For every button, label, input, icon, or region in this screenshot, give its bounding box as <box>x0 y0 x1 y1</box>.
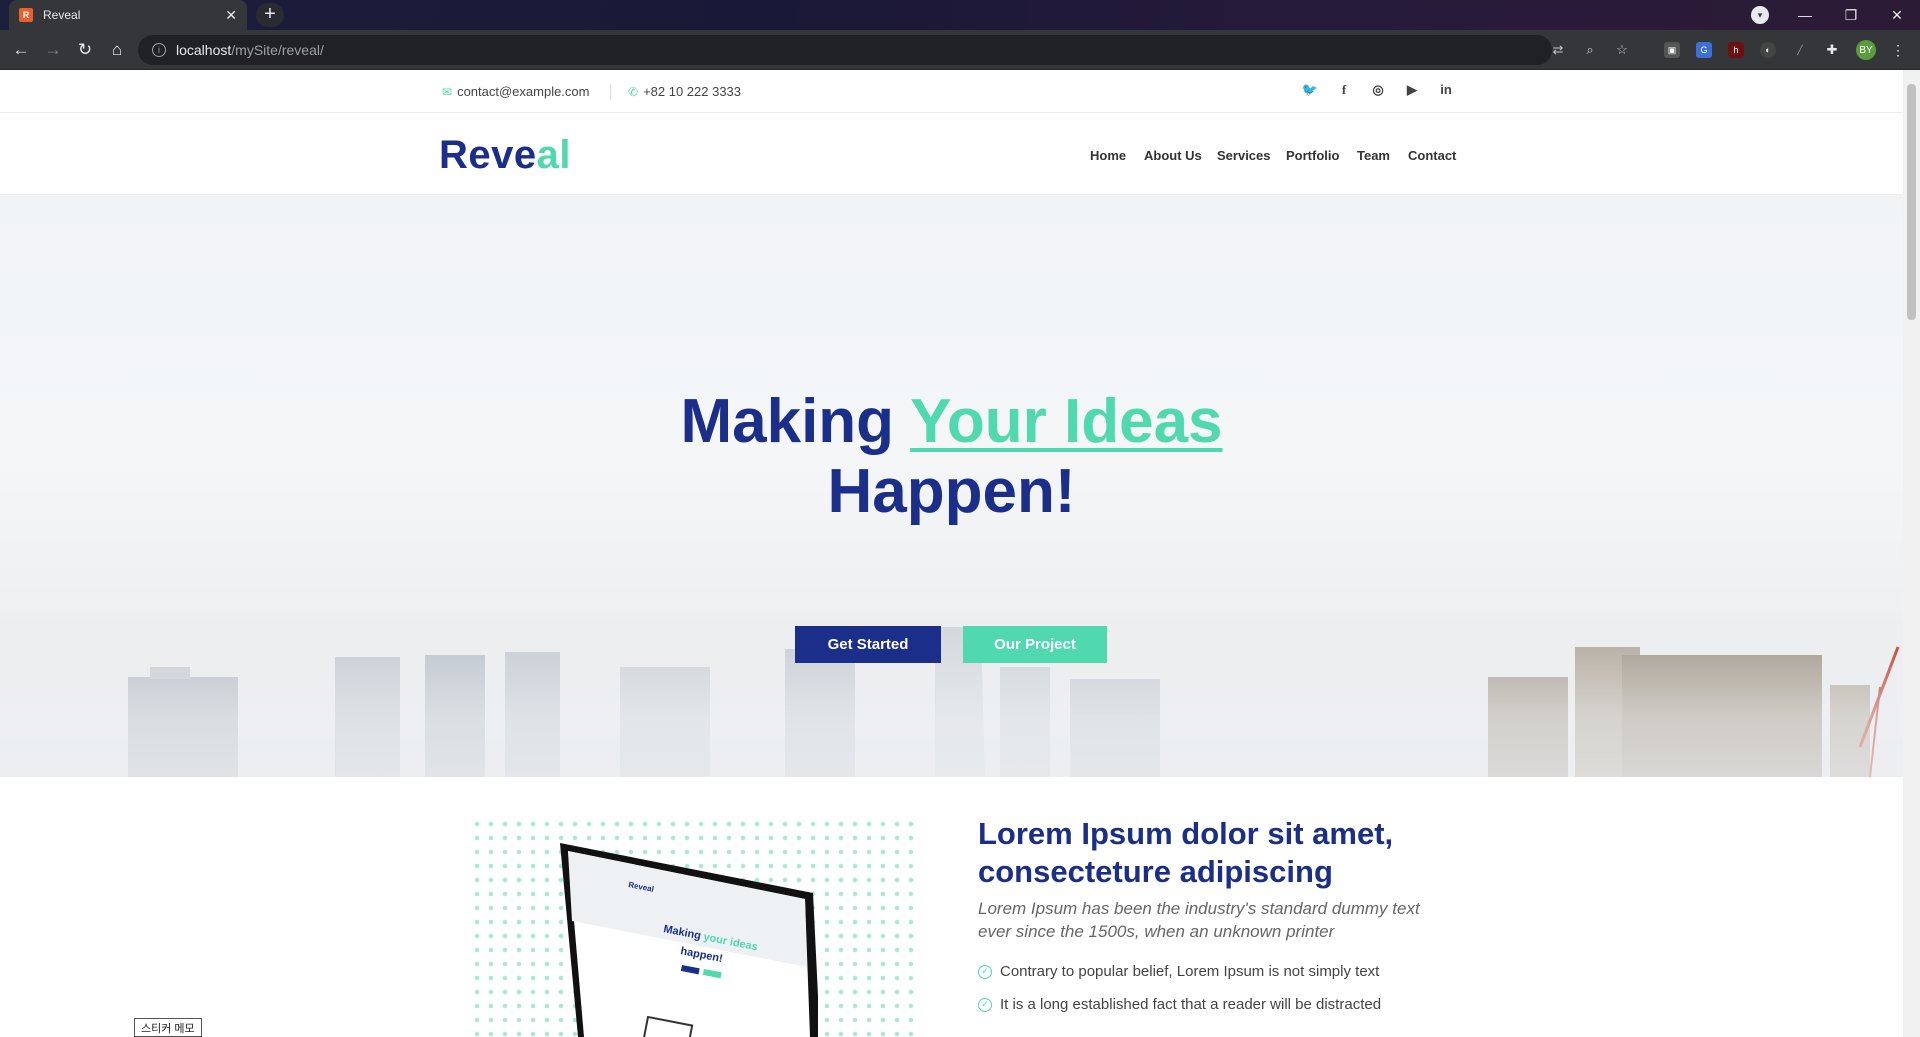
get-started-button[interactable]: Get Started <box>795 626 941 663</box>
divider <box>610 84 611 100</box>
translate-icon[interactable]: ⇄ <box>1550 42 1566 58</box>
url-path: /mySite/reveal/ <box>231 42 324 58</box>
nav-portfolio[interactable]: Portfolio <box>1286 148 1339 163</box>
address-bar[interactable]: i localhost/mySite/reveal/ ⇄ ⌕ ☆ <box>138 35 1628 65</box>
menu-kebab-icon[interactable]: ⋮ <box>1890 42 1906 58</box>
url-host: localhost <box>176 42 232 58</box>
our-project-button[interactable]: Our Project <box>963 626 1107 663</box>
contact-email[interactable]: ✉ contact@example.com <box>442 84 589 99</box>
logo-accent: al <box>536 133 571 177</box>
about-lead: Lorem Ipsum has been the industry's stan… <box>978 899 1420 941</box>
browser-tab[interactable]: R Reveal ✕ <box>9 0 247 30</box>
forward-icon[interactable]: → <box>40 37 66 63</box>
sticky-notes-taskbar-item[interactable]: 스티커 메모 <box>134 1018 202 1037</box>
zoom-icon[interactable]: ⌕ <box>1582 42 1598 58</box>
check-circle-icon: ✓ <box>978 997 992 1012</box>
hero-section: Making Your Ideas Happen! Get Started Ou… <box>0 195 1903 777</box>
about-section: Reveal Making your ideas happen! Lorem I… <box>0 777 1903 1037</box>
hero-title-end: Happen! <box>827 457 1076 526</box>
check-list-item: ✓ It is a long established fact that a r… <box>978 996 1381 1013</box>
laptop-mockup-image: Reveal Making your ideas happen! <box>560 843 818 1037</box>
nav-about-us[interactable]: About Us <box>1144 148 1202 163</box>
back-icon[interactable]: ← <box>8 37 34 63</box>
hero-title-highlight: Your Ideas <box>910 387 1223 456</box>
page-viewport: ✉ contact@example.com ✆ +82 10 222 3333 … <box>0 70 1920 1037</box>
site-info-icon[interactable]: i <box>152 43 166 57</box>
check-list-text: Contrary to popular belief, Lorem Ipsum … <box>1000 963 1380 980</box>
nav-services[interactable]: Services <box>1217 148 1271 163</box>
youtube-icon[interactable]: ▶ <box>1402 82 1422 98</box>
hero-title-start: Making <box>680 387 911 456</box>
about-title: Lorem Ipsum dolor sit amet, consecteture… <box>978 816 1394 889</box>
logo-main: Reve <box>439 133 537 177</box>
new-tab-button[interactable]: + <box>256 3 284 27</box>
tab-search-icon[interactable]: ▾ <box>1751 6 1769 24</box>
close-window-icon[interactable]: ✕ <box>1874 0 1920 30</box>
extension-icon[interactable]: h <box>1728 42 1744 58</box>
phone-text: +82 10 222 3333 <box>643 84 742 99</box>
check-list-text: It is a long established fact that a rea… <box>1000 996 1382 1013</box>
profile-avatar[interactable]: BY <box>1856 40 1876 60</box>
restore-icon[interactable]: ❐ <box>1828 0 1874 30</box>
envelope-icon: ✉ <box>442 84 453 99</box>
email-text: contact@example.com <box>457 84 590 99</box>
nav-home[interactable]: Home <box>1090 148 1126 163</box>
linkedin-icon[interactable]: in <box>1436 82 1456 97</box>
check-circle-icon: ✓ <box>978 964 992 979</box>
site-header: Reveal Home About Us Services Portfolio … <box>0 113 1903 195</box>
bookmark-star-icon[interactable]: ☆ <box>1614 42 1630 58</box>
phone-icon: ✆ <box>628 84 639 99</box>
site-logo[interactable]: Reveal <box>439 133 571 178</box>
extensions-puzzle-icon[interactable]: ✚ <box>1824 42 1840 58</box>
page-scrollbar[interactable] <box>1903 70 1920 1037</box>
tab-title: Reveal <box>43 8 81 22</box>
contact-phone[interactable]: ✆ +82 10 222 3333 <box>628 84 741 99</box>
extension-icon[interactable]: ╱ <box>1792 42 1808 58</box>
reload-icon[interactable]: ↻ <box>72 37 98 63</box>
facebook-icon[interactable]: f <box>1334 82 1354 98</box>
google-translate-icon[interactable]: G <box>1696 42 1712 58</box>
browser-tab-strip: R Reveal ✕ + ▾ — ❐ ✕ <box>0 0 1920 30</box>
twitter-icon[interactable]: 🐦 <box>1300 82 1320 98</box>
extension-icon[interactable]: ◐ <box>1760 42 1776 58</box>
home-icon[interactable]: ⌂ <box>104 37 130 63</box>
favicon-icon: R <box>19 8 33 22</box>
check-list-item: ✓ Contrary to popular belief, Lorem Ipsu… <box>978 963 1379 980</box>
nav-contact[interactable]: Contact <box>1408 148 1456 163</box>
contact-topbar: ✉ contact@example.com ✆ +82 10 222 3333 … <box>0 70 1903 113</box>
browser-toolbar: ← → ↻ ⌂ i localhost/mySite/reveal/ ⇄ ⌕ ☆… <box>0 30 1920 70</box>
minimize-icon[interactable]: — <box>1782 0 1828 30</box>
extension-icon[interactable]: ▣ <box>1664 42 1680 58</box>
instagram-icon[interactable]: ◎ <box>1368 82 1388 98</box>
hero-title: Making Your Ideas Happen! <box>0 387 1903 527</box>
scrollbar-thumb[interactable] <box>1907 84 1916 320</box>
nav-team[interactable]: Team <box>1357 148 1390 163</box>
city-skyline-image <box>0 627 1903 777</box>
close-tab-icon[interactable]: ✕ <box>225 7 237 24</box>
